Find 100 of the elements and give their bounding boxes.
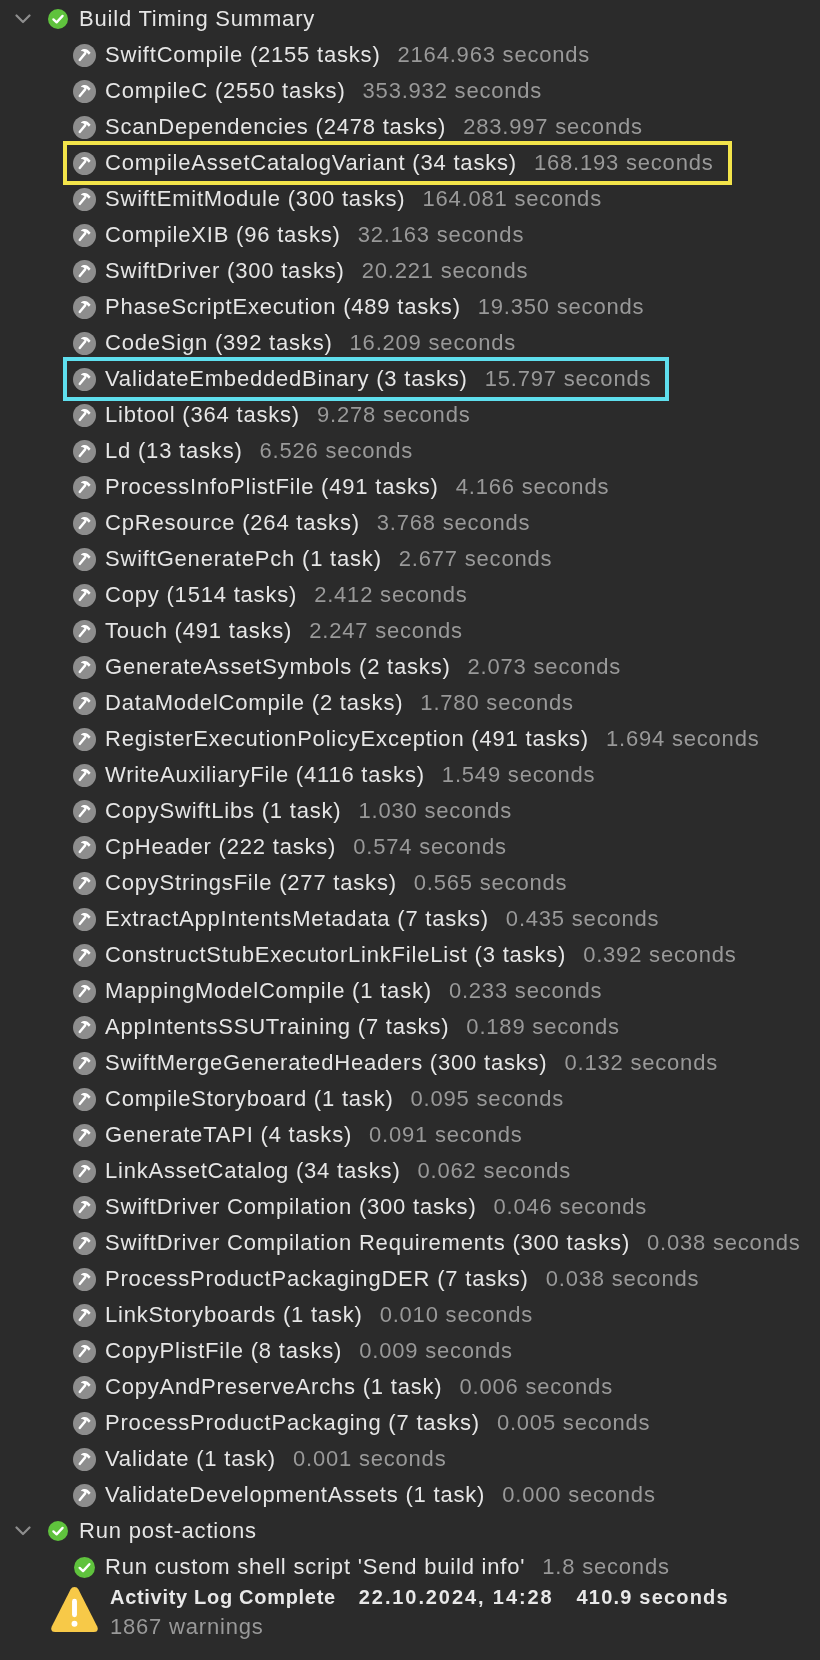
hammer-icon bbox=[73, 979, 96, 1003]
hammer-icon bbox=[73, 439, 96, 463]
task-name: ProcessInfoPlistFile (491 tasks) bbox=[105, 474, 439, 500]
hammer-icon bbox=[73, 1231, 96, 1255]
log-status-title: Activity Log Complete bbox=[110, 1585, 336, 1610]
duration-text: 1.030 seconds bbox=[358, 798, 512, 824]
hammer-icon bbox=[73, 691, 96, 715]
task-name: CodeSign (392 tasks) bbox=[105, 330, 333, 356]
check-circle-icon bbox=[74, 1556, 95, 1578]
task-name: CompileC (2550 tasks) bbox=[105, 78, 346, 104]
duration-text: 1.549 seconds bbox=[441, 762, 596, 788]
task-name: CompileAssetCatalogVariant (34 tasks) bbox=[105, 150, 517, 176]
duration-text: 1.780 seconds bbox=[420, 690, 574, 716]
duration-text: 6.526 seconds bbox=[259, 438, 414, 464]
hammer-icon bbox=[73, 259, 96, 283]
duration-text: 15.797 seconds bbox=[484, 366, 652, 392]
task-name: MappingModelCompile (1 task) bbox=[105, 978, 432, 1004]
script-name: Run custom shell script 'Send build info' bbox=[105, 1554, 526, 1580]
duration-text: 4.166 seconds bbox=[455, 474, 610, 500]
hammer-icon bbox=[73, 1303, 96, 1327]
duration-text: 0.062 seconds bbox=[417, 1158, 572, 1184]
hammer-icon bbox=[73, 403, 96, 427]
duration-text: 2.247 seconds bbox=[309, 618, 463, 644]
task-name: ProcessProductPackaging (7 tasks) bbox=[105, 1410, 480, 1436]
task-name: AppIntentsSSUTraining (7 tasks) bbox=[105, 1014, 450, 1040]
duration-text: 9.278 seconds bbox=[316, 402, 471, 428]
task-name: PhaseScriptExecution (489 tasks) bbox=[105, 294, 461, 320]
hammer-icon bbox=[73, 1159, 96, 1183]
hammer-icon bbox=[73, 727, 96, 751]
hammer-icon bbox=[73, 583, 96, 607]
hammer-icon bbox=[73, 1483, 96, 1507]
task-name: CopyStringsFile (277 tasks) bbox=[105, 870, 397, 896]
duration-text: 283.997 seconds bbox=[463, 114, 643, 140]
duration-text: 0.006 seconds bbox=[459, 1374, 613, 1400]
chevron-down-icon[interactable] bbox=[15, 1526, 31, 1536]
log-duration: 410.9 seconds bbox=[576, 1585, 729, 1610]
task-name: CpHeader (222 tasks) bbox=[105, 834, 337, 860]
hammer-icon bbox=[73, 907, 96, 931]
duration-text: 0.005 seconds bbox=[496, 1410, 651, 1436]
task-name: ScanDependencies (2478 tasks) bbox=[105, 114, 447, 140]
chevron-down-icon[interactable] bbox=[15, 14, 31, 24]
task-name: CpResource (264 tasks) bbox=[105, 510, 360, 536]
hammer-icon bbox=[73, 655, 96, 679]
duration-text: 0.435 seconds bbox=[505, 906, 660, 932]
hammer-icon bbox=[73, 1051, 96, 1075]
hammer-icon bbox=[73, 1339, 96, 1363]
task-name: RegisterExecutionPolicyException (491 tasks) bbox=[105, 726, 589, 752]
task-name: ExtractAppIntentsMetadata (7 tasks) bbox=[105, 906, 489, 932]
hammer-icon bbox=[73, 835, 96, 859]
duration-text: 353.932 seconds bbox=[362, 78, 543, 104]
hammer-icon bbox=[73, 1411, 96, 1435]
duration-text: 0.189 seconds bbox=[466, 1014, 620, 1040]
hammer-icon bbox=[73, 1087, 96, 1111]
task-name: Libtool (364 tasks) bbox=[105, 402, 300, 428]
task-name: GenerateAssetSymbols (2 tasks) bbox=[105, 654, 451, 680]
duration-text: 19.350 seconds bbox=[477, 294, 645, 320]
hammer-icon bbox=[73, 1447, 96, 1471]
duration-text: 0.091 seconds bbox=[369, 1122, 523, 1148]
hammer-icon bbox=[73, 1195, 96, 1219]
task-name: WriteAuxiliaryFile (4116 tasks) bbox=[105, 762, 425, 788]
task-name: ValidateDevelopmentAssets (1 task) bbox=[105, 1482, 486, 1508]
task-name: CompileStoryboard (1 task) bbox=[105, 1086, 394, 1112]
hammer-icon bbox=[73, 511, 96, 535]
task-name: SwiftEmitModule (300 tasks) bbox=[105, 186, 406, 212]
task-name: CompileXIB (96 tasks) bbox=[105, 222, 341, 248]
hammer-icon bbox=[73, 331, 96, 355]
duration-text: 1.8 seconds bbox=[542, 1554, 670, 1580]
hammer-icon bbox=[73, 943, 96, 967]
hammer-icon bbox=[73, 871, 96, 895]
hammer-icon bbox=[73, 223, 96, 247]
hammer-icon bbox=[73, 475, 96, 499]
task-name: ProcessProductPackagingDER (7 tasks) bbox=[105, 1266, 529, 1292]
duration-text: 164.081 seconds bbox=[422, 186, 602, 212]
task-name: ValidateEmbeddedBinary (3 tasks) bbox=[105, 366, 468, 392]
task-name: CopyAndPreserveArchs (1 task) bbox=[105, 1374, 443, 1400]
hammer-icon bbox=[73, 1123, 96, 1147]
duration-text: 0.574 seconds bbox=[353, 834, 507, 860]
task-name: SwiftDriver Compilation (300 tasks) bbox=[105, 1194, 477, 1220]
hammer-icon bbox=[73, 1015, 96, 1039]
task-name: LinkStoryboards (1 task) bbox=[105, 1302, 363, 1328]
duration-text: 0.565 seconds bbox=[413, 870, 568, 896]
hammer-icon bbox=[73, 151, 96, 175]
task-name: SwiftGeneratePch (1 task) bbox=[105, 546, 382, 572]
duration-text: 0.132 seconds bbox=[564, 1050, 718, 1076]
task-name: GenerateTAPI (4 tasks) bbox=[105, 1122, 353, 1148]
section-title: Build Timing Summary bbox=[79, 6, 316, 32]
duration-text: 0.010 seconds bbox=[379, 1302, 534, 1328]
hammer-icon bbox=[73, 763, 96, 787]
task-name: SwiftDriver (300 tasks) bbox=[105, 258, 345, 284]
task-name: CopySwiftLibs (1 task) bbox=[105, 798, 342, 824]
duration-text: 0.000 seconds bbox=[502, 1482, 656, 1508]
duration-text: 0.046 seconds bbox=[493, 1194, 648, 1220]
hammer-icon bbox=[73, 43, 96, 67]
hammer-icon bbox=[73, 547, 96, 571]
hammer-icon bbox=[73, 295, 96, 319]
duration-text: 20.221 seconds bbox=[361, 258, 529, 284]
task-name: CopyPlistFile (8 tasks) bbox=[105, 1338, 343, 1364]
hammer-icon bbox=[73, 619, 96, 643]
log-date: 22.10.2024, 14:28 bbox=[358, 1585, 554, 1610]
hammer-icon bbox=[73, 1267, 96, 1291]
